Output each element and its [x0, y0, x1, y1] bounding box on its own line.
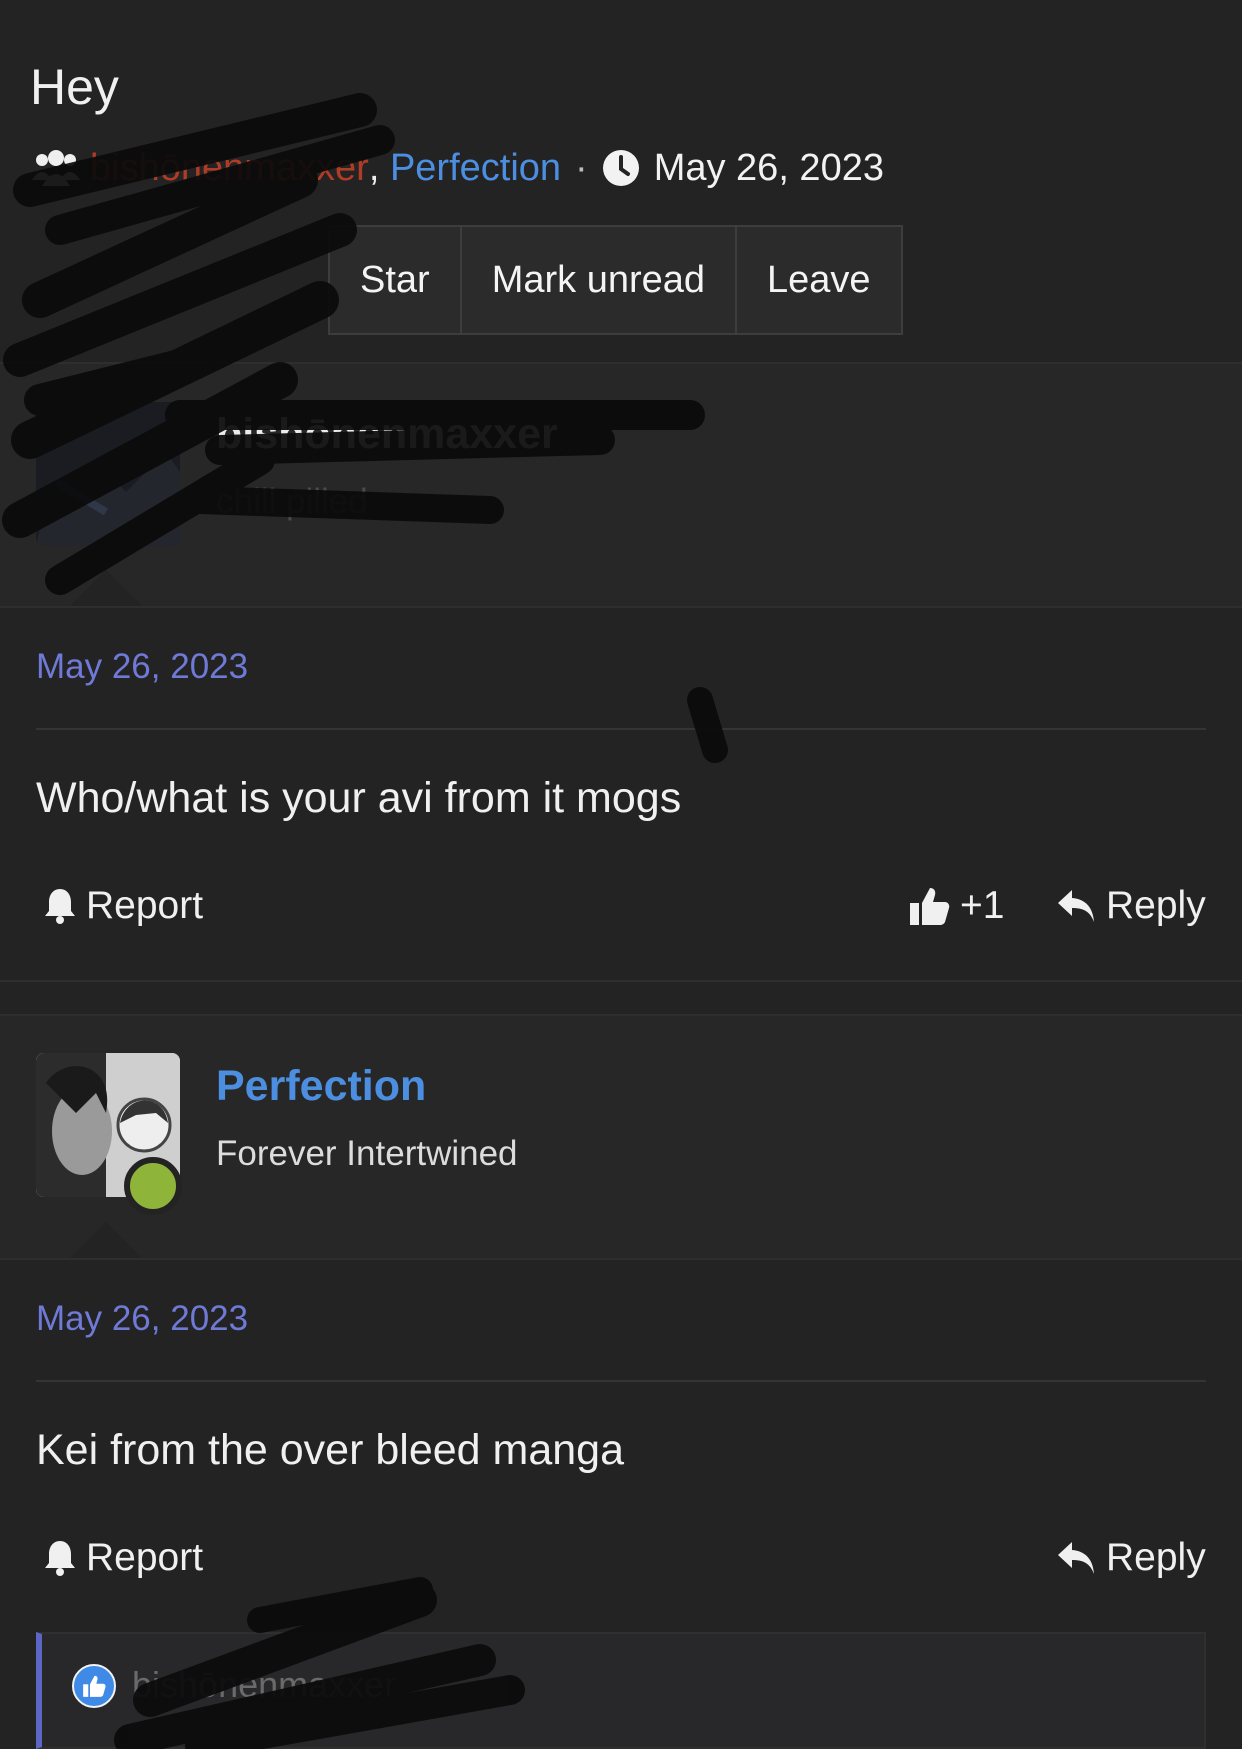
leave-button[interactable]: Leave: [735, 227, 901, 333]
reply-icon: [1058, 890, 1094, 922]
bell-icon: [45, 1541, 75, 1576]
divider: [0, 980, 1242, 982]
divider: [36, 1380, 1206, 1382]
divider: [0, 1258, 1242, 1260]
conversation-date[interactable]: May 26, 2023: [654, 147, 884, 190]
divider: [36, 728, 1206, 730]
mark-unread-button[interactable]: Mark unread: [459, 227, 735, 333]
participant-link[interactable]: bishōnenmaxxer: [90, 147, 369, 190]
message-text: Who/what is your avi from it mogs: [36, 774, 682, 822]
reaction-user[interactable]: bishōnenmaxxer: [132, 1664, 396, 1706]
avatar[interactable]: [36, 402, 180, 546]
users-icon: [32, 150, 80, 186]
online-indicator: [124, 1157, 182, 1215]
conversation-meta: bishōnenmaxxer , Perfection · May 26, 20…: [30, 142, 884, 194]
conversation-title: Hey: [30, 59, 119, 115]
like-count: +1: [960, 884, 1005, 927]
divider: [0, 606, 1242, 608]
report-label: Report: [86, 1536, 204, 1579]
message-text: Kei from the over bleed manga: [36, 1426, 624, 1474]
author-name[interactable]: bishōnenmaxxer: [216, 410, 558, 459]
reply-icon: [1058, 1542, 1094, 1574]
participant-link[interactable]: Perfection: [390, 147, 561, 190]
reply-label: Reply: [1106, 884, 1206, 927]
reply-button[interactable]: Reply: [1056, 884, 1206, 928]
author-pointer: [70, 570, 142, 606]
reply-label: Reply: [1106, 1536, 1206, 1579]
message-date[interactable]: May 26, 2023: [36, 1299, 248, 1339]
like-button[interactable]: +1: [908, 884, 1004, 928]
reactions-bar[interactable]: bishōnenmaxxer: [36, 1632, 1206, 1749]
message-date[interactable]: May 26, 2023: [36, 647, 248, 687]
thumbs-up-icon: [72, 1664, 116, 1708]
clock-icon: [602, 150, 639, 186]
author-name[interactable]: Perfection: [216, 1062, 426, 1111]
author-title: chill pilled: [216, 482, 368, 521]
message-author-block: bishōnenmaxxer chill pilled: [0, 364, 1242, 606]
reply-button[interactable]: Reply: [1056, 1536, 1206, 1580]
meta-dot: ·: [575, 146, 588, 189]
conversation-header: Hey bishōnenmaxxer , Perfection · May 26…: [0, 0, 1242, 362]
author-title: Forever Intertwined: [216, 1134, 518, 1173]
star-button[interactable]: Star: [330, 227, 460, 333]
bell-icon: [45, 889, 75, 924]
report-button[interactable]: Report: [44, 884, 203, 928]
message-author-block: Perfection Forever Intertwined: [0, 1016, 1242, 1258]
author-pointer: [70, 1222, 142, 1258]
participant-separator: ,: [368, 146, 380, 189]
thumbs-up-icon: [910, 888, 950, 925]
report-label: Report: [86, 884, 204, 927]
conversation-actions: Star Mark unread Leave: [328, 225, 903, 335]
report-button[interactable]: Report: [44, 1536, 203, 1580]
